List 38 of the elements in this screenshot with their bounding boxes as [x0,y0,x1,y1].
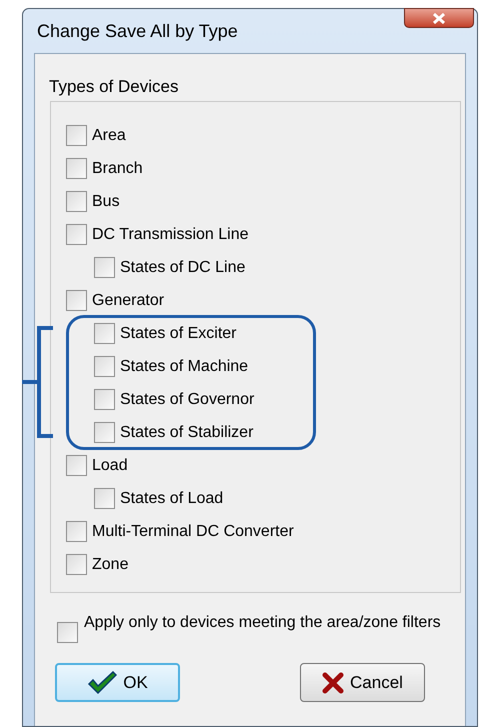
checkbox[interactable] [94,257,115,278]
group-label: Types of Devices [49,76,178,98]
checkbox[interactable] [94,323,115,344]
checkbox-label: Multi-Terminal DC Converter [92,522,294,542]
checkbox[interactable] [94,488,115,509]
window-title: Change Save All by Type [37,20,238,43]
checkbox[interactable] [57,622,78,643]
checkbox[interactable] [66,521,87,542]
checkbox[interactable] [94,356,115,377]
checkbox[interactable] [66,125,87,146]
checkbox-label: Apply only to devices meeting the area/zone filters [84,613,442,633]
checkbox-label: Zone [92,554,128,574]
checkbox[interactable] [94,422,115,443]
checkbox-label: States of Exciter [120,324,236,344]
checkmark-icon [87,670,118,694]
close-button[interactable] [404,8,474,28]
checkbox-label: States of Machine [120,356,248,376]
checkbox[interactable] [66,554,87,575]
checkbox-label: DC Transmission Line [92,224,248,244]
checkbox-label: Branch [92,158,143,178]
checkbox[interactable] [66,290,87,311]
checkbox-label: States of Load [120,488,224,508]
checkbox[interactable] [66,158,87,179]
checkbox-label: Generator [92,290,164,310]
close-icon [432,12,446,24]
checkbox-label: States of DC Line [120,258,246,278]
cancel-button[interactable]: Cancel [300,663,425,702]
x-icon [322,672,344,694]
checkbox[interactable] [66,224,87,245]
checkbox-label: Bus [92,192,120,212]
checkbox[interactable] [66,455,87,476]
checkbox-label: States of Governor [120,390,254,410]
ok-button[interactable]: OK [55,663,180,702]
checkbox[interactable] [94,389,115,410]
checkbox-label: States of Stabilizer [120,422,254,442]
checkbox-label: Load [92,456,128,476]
checkbox[interactable] [66,191,87,212]
checkbox-label: Area [92,126,126,146]
